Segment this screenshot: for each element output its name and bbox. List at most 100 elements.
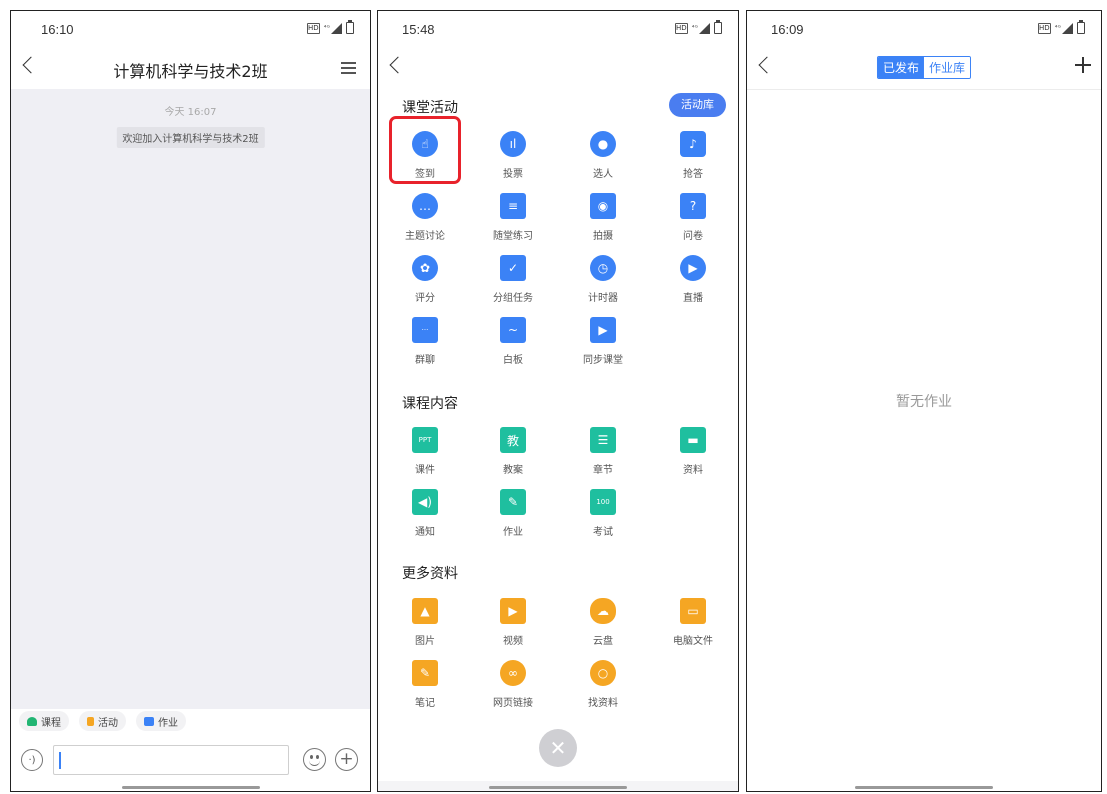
grid-item-exam[interactable]: 100 考试 — [567, 489, 639, 549]
voice-icon[interactable]: ·) — [21, 749, 43, 771]
section-content-title: 课程内容 — [402, 396, 458, 412]
homework-icon: ✎ — [500, 489, 526, 515]
system-message: 欢迎加入计算机科学与技术2班 — [116, 127, 265, 148]
grid-item-label: 投票 — [503, 169, 523, 180]
grid-item-label: 主题讨论 — [405, 231, 445, 242]
activity-library-button[interactable]: 活动库 — [669, 93, 726, 117]
flag-icon — [87, 716, 94, 726]
grid-item-speaker[interactable]: ◀) 通知 — [389, 489, 461, 549]
grid-item-sync-class[interactable]: ▶ 同步课堂 — [567, 317, 639, 377]
home-indicator — [489, 786, 627, 789]
whiteboard-icon: ~ — [500, 317, 526, 343]
grid-item-link[interactable]: ∞ 网页链接 — [477, 660, 549, 720]
grid-item-label: 考试 — [593, 527, 613, 538]
grid-item-monitor[interactable]: ▭ 电脑文件 — [657, 598, 729, 658]
grid-item-label: 评分 — [415, 293, 435, 304]
grid-item-questionnaire[interactable]: ? 问卷 — [657, 193, 729, 253]
add-icon[interactable] — [1075, 57, 1091, 73]
network-icon: ⁴ᴳ — [691, 24, 698, 32]
grid-item-label: 电脑文件 — [673, 636, 713, 647]
home-indicator — [855, 786, 993, 789]
text-caret — [59, 752, 61, 769]
course-chip-label: 课程 — [41, 717, 61, 729]
chat-timestamp: 今天 16:07 — [164, 107, 217, 118]
signal-icon — [1062, 22, 1073, 34]
grid-item-label: 群聊 — [415, 355, 435, 366]
nav-bar: 已发布 作业库 — [747, 49, 1101, 89]
grid-item-ppt[interactable]: PPT 课件 — [389, 427, 461, 487]
group-chat-icon: ··· — [412, 317, 438, 343]
grid-item-label: 资料 — [683, 465, 703, 476]
microphone-icon: ♪ — [680, 131, 706, 157]
grid-item-label: 选人 — [593, 169, 613, 180]
grid-item-folder[interactable]: ▬ 资料 — [657, 427, 729, 487]
grid-item-search[interactable]: ○ 找资料 — [567, 660, 639, 720]
grid-item-video[interactable]: ▶ 视频 — [477, 598, 549, 658]
tab-library[interactable]: 作业库 — [924, 57, 971, 78]
grid-item-chapter-list[interactable]: ☰ 章节 — [567, 427, 639, 487]
grid-item-label: 视频 — [503, 636, 523, 647]
camera-icon: ◉ — [590, 193, 616, 219]
input-row: ·) + — [17, 745, 364, 777]
course-chip[interactable]: 课程 — [19, 711, 69, 731]
grid-item-label: 直播 — [683, 293, 703, 304]
homework-chip[interactable]: 作业 — [136, 711, 186, 731]
grid-item-whiteboard[interactable]: ~ 白板 — [477, 317, 549, 377]
grid-item-label: 白板 — [503, 355, 523, 366]
questionnaire-icon: ? — [680, 193, 706, 219]
timer-icon: ◷ — [590, 255, 616, 281]
grid-item-play[interactable]: ▶ 直播 — [657, 255, 729, 315]
plus-icon[interactable]: + — [335, 748, 358, 771]
grid-item-label: 分组任务 — [493, 293, 533, 304]
nav-bar — [378, 49, 738, 89]
divider — [747, 89, 1101, 90]
grid-item-group-chat[interactable]: ··· 群聊 — [389, 317, 461, 377]
grid-item-bar-chart[interactable]: ıl 投票 — [477, 131, 549, 191]
page-title: 计算机科学与技术2班 — [113, 62, 268, 81]
grid-item-microphone[interactable]: ♪ 抢答 — [657, 131, 729, 191]
empty-state-text: 暂无作业 — [896, 394, 952, 410]
message-input[interactable] — [53, 745, 289, 775]
grid-item-exercise-doc[interactable]: ≡ 随堂练习 — [477, 193, 549, 253]
grid-item-camera[interactable]: ◉ 拍摄 — [567, 193, 639, 253]
grid-item-timer[interactable]: ◷ 计时器 — [567, 255, 639, 315]
activity-chip[interactable]: 活动 — [79, 711, 126, 731]
grid-item-label: 找资料 — [588, 698, 618, 709]
tab-published[interactable]: 已发布 — [877, 57, 924, 78]
grid-item-clipboard-check[interactable]: ✓ 分组任务 — [477, 255, 549, 315]
grid-item-note[interactable]: ✎ 笔记 — [389, 660, 461, 720]
status-bar: 16:09 HD ⁴ᴳ — [747, 11, 1101, 47]
grid-item-image[interactable]: ▲ 图片 — [389, 598, 461, 658]
grid-item-lesson-plan[interactable]: 教教案 — [477, 427, 549, 487]
back-icon[interactable] — [389, 56, 407, 74]
back-icon[interactable] — [758, 56, 776, 74]
section-activity-title: 课堂活动 — [402, 100, 458, 116]
grid-item-label: 网页链接 — [493, 698, 533, 709]
image-icon: ▲ — [412, 598, 438, 624]
grid-item-homework[interactable]: ✎ 作业 — [477, 489, 549, 549]
menu-icon[interactable] — [341, 62, 356, 74]
grid-item-label: 计时器 — [588, 293, 618, 304]
activity-menu-screen: 15:48 HD ⁴ᴳ 课堂活动 活动库 ☝ 签到 ıl 投票 ● 选人 ♪ 抢答… 主题讨论 ≡… — [377, 10, 739, 792]
grid-item-person-check[interactable]: ● 选人 — [567, 131, 639, 191]
person-check-icon: ● — [590, 131, 616, 157]
chat-bubble-icon: … — [412, 193, 438, 219]
grid-item-label: 教案 — [503, 465, 523, 476]
emoji-icon[interactable] — [303, 748, 326, 771]
grid-item-label: 随堂练习 — [493, 231, 533, 242]
grid-item-label: 问卷 — [683, 231, 703, 242]
grid-item-label: 作业 — [503, 527, 523, 538]
grid-item-lotus[interactable]: ✿ 评分 — [389, 255, 461, 315]
close-icon[interactable]: ✕ — [539, 729, 577, 767]
battery-icon — [1077, 20, 1085, 34]
battery-icon — [346, 20, 354, 34]
sim-icon: HD — [1037, 22, 1051, 34]
grid-item-label: 图片 — [415, 636, 435, 647]
ppt-icon: PPT — [412, 427, 438, 453]
grid-item-cloud[interactable]: ☁ 云盘 — [567, 598, 639, 658]
grid-item-chat-bubble[interactable]: … 主题讨论 — [389, 193, 461, 253]
chat-screen: 16:10 HD ⁴ᴳ 计算机科学与技术2班 今天 16:07 欢迎加入计算机科… — [10, 10, 371, 792]
search-icon: ○ — [590, 660, 616, 686]
sync-class-icon: ▶ — [590, 317, 616, 343]
chapter-list-icon: ☰ — [590, 427, 616, 453]
